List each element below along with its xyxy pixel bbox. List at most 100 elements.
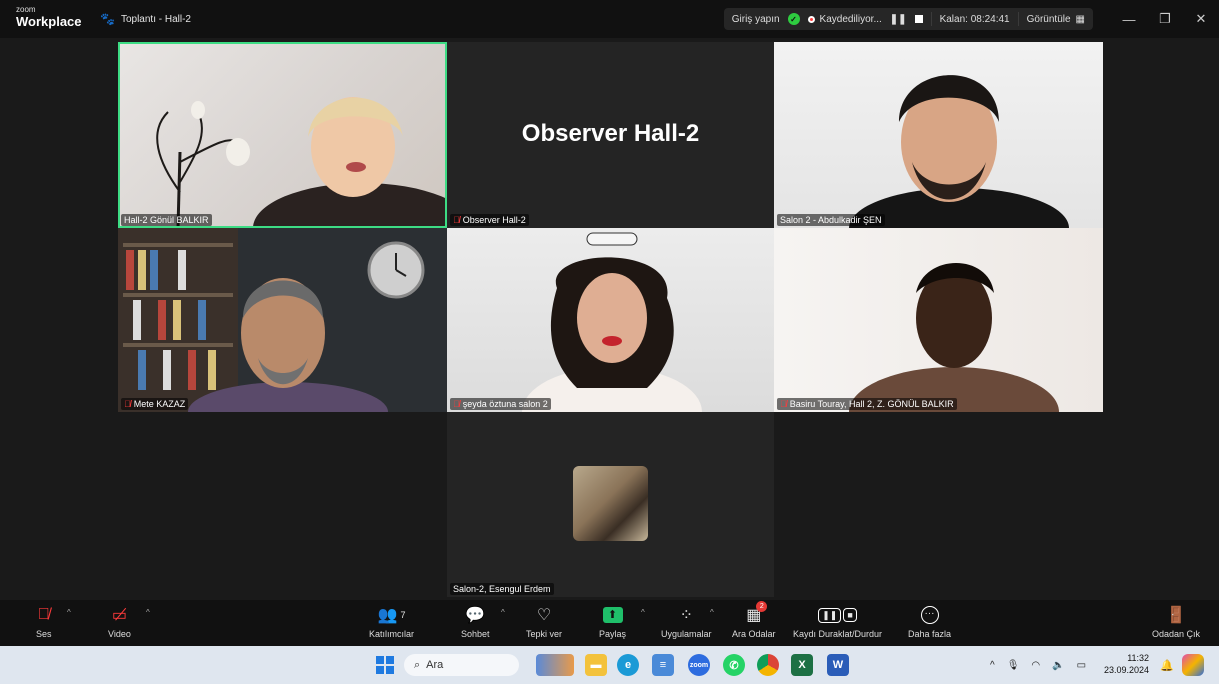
participant-name-label: 🎙̸ Observer Hall-2 xyxy=(450,214,529,226)
share-label: Paylaş xyxy=(599,629,627,639)
participant-name-label: Salon-2, Esengul Erdem xyxy=(450,583,554,595)
participant-name: şeyda öztuna salon 2 xyxy=(462,399,548,409)
participant-video xyxy=(522,232,702,412)
show-hidden-icons-caret-icon[interactable]: ^ xyxy=(990,660,995,671)
apps-button[interactable]: ⁘ Uygulamalar xyxy=(661,604,712,639)
participant-name-label: 🎙̸ Basiru Touray, Hall 2, Z. GÖNÜL BALKI… xyxy=(777,398,957,410)
more-options-icon: ··· xyxy=(920,604,939,626)
participant-video xyxy=(849,75,1069,228)
participant-video xyxy=(118,228,425,412)
divider xyxy=(930,12,932,26)
meeting-title: 🐾 Toplantı - Hall-2 xyxy=(100,12,191,26)
chrome-icon[interactable] xyxy=(757,654,779,676)
stop-recording-icon[interactable] xyxy=(914,15,923,23)
video-tile-7[interactable]: Salon-2, Esengul Erdem xyxy=(447,412,774,597)
chat-button[interactable]: 💬 Sohbet xyxy=(461,604,490,639)
audio-label: Ses xyxy=(36,629,52,639)
video-tile-4[interactable]: 🎙̸ Mete KAZAZ xyxy=(118,228,447,412)
word-icon[interactable]: W xyxy=(827,654,849,676)
participant-name: Salon 2 - Abdulkadir ŞEN xyxy=(780,215,882,225)
pause-recording-icon[interactable]: ❚❚ xyxy=(890,14,907,25)
title-bar: zoom Workplace 🐾 Toplantı - Hall-2 Giriş… xyxy=(0,0,1219,38)
clock-time: 11:32 xyxy=(1127,653,1150,663)
participants-button[interactable]: 👥 7 Katılımcılar xyxy=(369,604,414,639)
participant-name-label: 🎙̸ şeyda öztuna salon 2 xyxy=(450,398,551,410)
windows-taskbar: ⌕ Ara ▬ e ≡ zoom ✆ X W ^ 🎙 ◠ 🔈 ▭ 11:32 2… xyxy=(0,646,1219,684)
share-button[interactable]: ⬆ Paylaş xyxy=(599,604,626,639)
volume-icon[interactable]: 🔈 xyxy=(1052,660,1064,671)
audio-options-caret-icon[interactable]: ^ xyxy=(67,608,71,617)
react-button[interactable]: ♡ Tepki ver xyxy=(526,604,562,639)
whatsapp-icon[interactable]: ✆ xyxy=(723,654,745,676)
participant-name: Basiru Touray, Hall 2, Z. GÖNÜL BALKIR xyxy=(789,399,954,409)
paw-icon: 🐾 xyxy=(100,12,115,26)
participant-name-label: Salon 2 - Abdulkadir ŞEN xyxy=(777,214,885,226)
microphone-icon[interactable]: 🎙 xyxy=(1007,660,1020,671)
leave-button[interactable]: 🚪 Odadan Çık xyxy=(1152,604,1200,639)
participants-count: 7 xyxy=(400,610,406,620)
avatar xyxy=(573,466,648,541)
signin-link[interactable]: Giriş yapın xyxy=(732,14,780,25)
meeting-toolbar: 🎙̸ Ses ^ ▭̸ Video ^ 👥 7 Katılımcılar 💬 So… xyxy=(0,600,1219,646)
logo-small-text: zoom xyxy=(16,5,36,14)
audio-button[interactable]: 🎙̸ Ses xyxy=(36,604,52,639)
pause-stop-recording-icon: ❚❚ ■ xyxy=(818,604,857,626)
video-label: Video xyxy=(108,629,131,639)
notifications-icon[interactable]: 🔔 xyxy=(1160,646,1174,684)
mic-muted-icon: 🎙̸ xyxy=(124,399,131,409)
video-options-caret-icon[interactable]: ^ xyxy=(146,608,150,617)
zoom-app-icon[interactable]: zoom xyxy=(688,654,710,676)
logo-big-text: Workplace xyxy=(16,14,82,29)
excel-icon[interactable]: X xyxy=(791,654,813,676)
file-explorer-icon[interactable]: ▬ xyxy=(585,654,607,676)
widgets-icon[interactable] xyxy=(536,654,574,676)
chat-options-caret-icon[interactable]: ^ xyxy=(501,608,505,617)
recording-status: Kaydediliyor... xyxy=(819,13,882,25)
record-button[interactable]: ❚❚ ■ Kaydı Duraklat/Durdur xyxy=(793,604,882,639)
apps-options-caret-icon[interactable]: ^ xyxy=(710,608,714,617)
participants-label: Katılımcılar xyxy=(369,629,415,639)
wifi-icon[interactable]: ◠ xyxy=(1031,660,1040,671)
windows-logo-icon xyxy=(376,656,394,674)
meeting-title-text: Toplantı - Hall-2 xyxy=(120,13,191,25)
participant-name: Hall-2 Gönül BALKIR xyxy=(124,215,209,225)
mic-muted-icon: 🎙̸ xyxy=(780,399,787,409)
video-tile-1[interactable]: Hall-2 Gönül BALKIR xyxy=(118,42,447,228)
video-button[interactable]: ▭̸ Video xyxy=(108,604,131,639)
grid-view-icon: ▦ xyxy=(1075,13,1085,25)
taskbar-search[interactable]: ⌕ Ara xyxy=(404,654,519,676)
video-tile-5[interactable]: 🎙̸ şeyda öztuna salon 2 xyxy=(447,228,774,412)
chat-label: Sohbet xyxy=(461,629,490,639)
video-tile-2[interactable]: Observer Hall-2 🎙̸ Observer Hall-2 xyxy=(447,42,774,228)
minimize-icon[interactable]: — xyxy=(1111,12,1147,27)
battery-icon[interactable]: ▭ xyxy=(1077,660,1086,671)
record-label: Kaydı Duraklat/Durdur xyxy=(793,629,883,639)
copilot-icon[interactable] xyxy=(1182,654,1204,676)
mic-muted-icon: 🎙̸ xyxy=(453,215,460,225)
video-tile-6[interactable]: 🎙̸ Basiru Touray, Hall 2, Z. GÖNÜL BALKI… xyxy=(774,228,1103,412)
taskbar-clock[interactable]: 11:32 23.09.2024 xyxy=(1104,652,1149,676)
divider xyxy=(1017,12,1019,26)
notepad-icon[interactable]: ≡ xyxy=(652,654,674,676)
breakout-label: Ara Odalar xyxy=(732,629,776,639)
mic-muted-icon: 🎙̸ xyxy=(453,399,460,409)
security-shield-icon[interactable]: ✓ xyxy=(787,13,800,25)
remaining-time: Kalan: 08:24:41 xyxy=(939,13,1010,25)
more-label: Daha fazla xyxy=(908,629,952,639)
windows-start-icon[interactable] xyxy=(374,654,396,676)
video-off-icon: ▭̸ xyxy=(111,607,127,624)
share-options-caret-icon[interactable]: ^ xyxy=(641,608,645,617)
participant-name-label: Hall-2 Gönül BALKIR xyxy=(121,214,212,226)
view-button[interactable]: Görüntüle ▦ xyxy=(1027,14,1085,25)
edge-browser-icon[interactable]: e xyxy=(617,654,639,676)
restore-icon[interactable]: ❐ xyxy=(1147,11,1183,27)
close-icon[interactable]: ✕ xyxy=(1183,11,1219,27)
video-tile-3[interactable]: Salon 2 - Abdulkadir ŞEN xyxy=(774,42,1103,228)
more-button[interactable]: ··· Daha fazla xyxy=(908,604,951,639)
observer-center-name: Observer Hall-2 xyxy=(521,120,700,147)
participants-icon: 👥 7 xyxy=(377,607,406,624)
search-icon: ⌕ xyxy=(414,658,421,671)
apps-label: Uygulamalar xyxy=(661,629,712,639)
breakout-rooms-button[interactable]: ▦ 2 Ara Odalar xyxy=(732,601,776,639)
chat-icon: 💬 xyxy=(465,607,486,624)
